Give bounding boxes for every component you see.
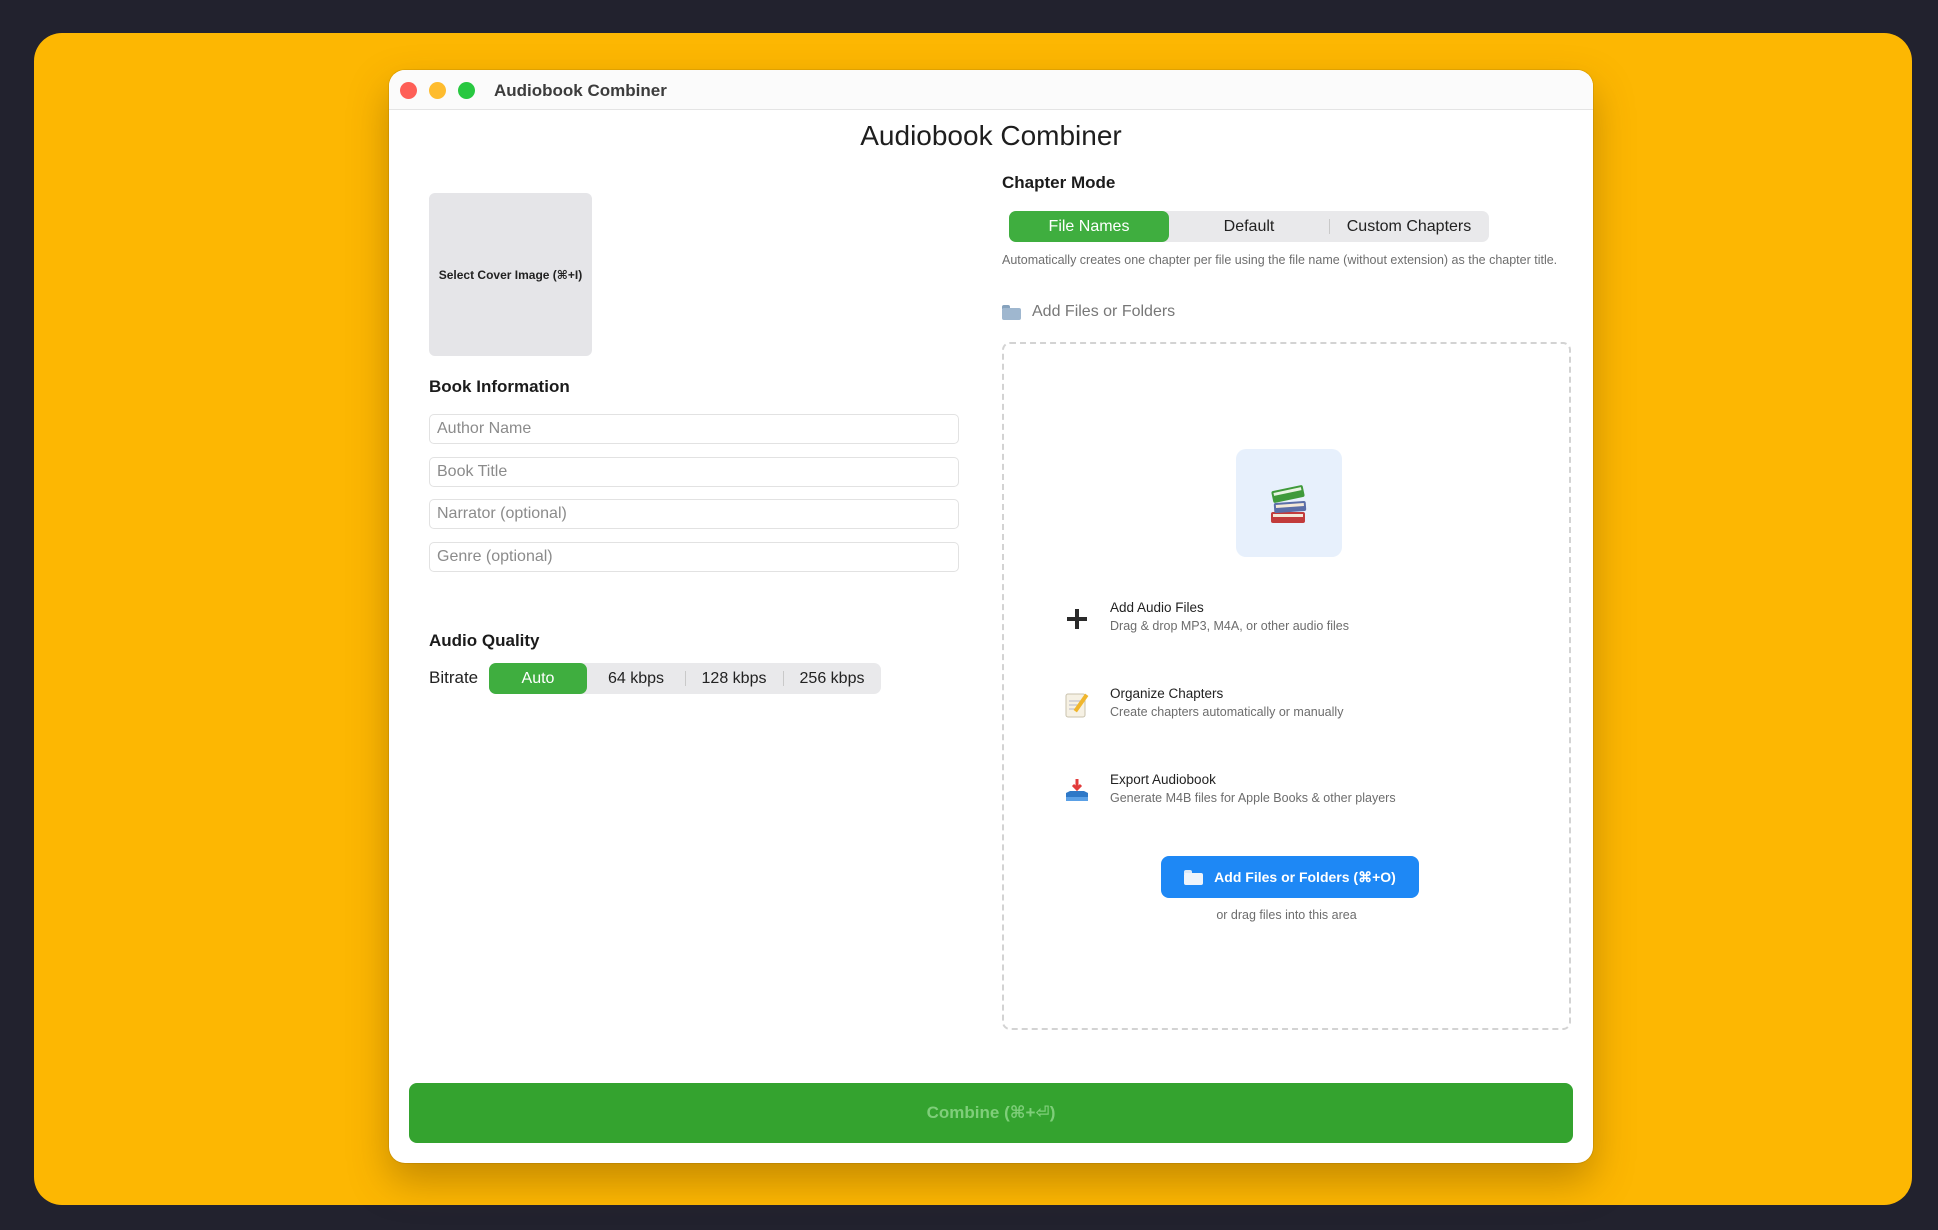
select-cover-image-button[interactable]: Select Cover Image (⌘+I) — [429, 193, 592, 356]
bitrate-option-128[interactable]: 128 kbps — [685, 663, 783, 694]
bitrate-label: Bitrate — [429, 668, 479, 687]
chapter-mode-custom-chapters[interactable]: Custom Chapters — [1329, 211, 1489, 242]
cover-label: Select Cover Image (⌘+I) — [438, 267, 583, 282]
feature-title: Add Audio Files — [1110, 600, 1204, 615]
minimize-button[interactable] — [429, 82, 446, 99]
folder-icon — [1002, 304, 1021, 320]
add-files-header: Add Files or Folders — [1002, 303, 1175, 321]
author-name-field[interactable] — [429, 414, 959, 444]
genre-field[interactable] — [429, 542, 959, 572]
book-title-field[interactable] — [429, 457, 959, 487]
feature-title: Export Audiobook — [1110, 772, 1216, 787]
feature-title: Organize Chapters — [1110, 686, 1224, 701]
add-files-header-label: Add Files or Folders — [1032, 303, 1176, 320]
memo-icon — [1062, 690, 1092, 720]
feature-subtitle: Generate M4B files for Apple Books & oth… — [1110, 791, 1396, 805]
chapter-mode-heading: Chapter Mode — [1002, 173, 1116, 192]
inbox-tray-icon — [1062, 776, 1092, 806]
window-title: Audiobook Combiner — [494, 81, 667, 100]
add-files-or-folders-button[interactable]: Add Files or Folders (⌘+O) — [1161, 856, 1419, 898]
book-information-heading: Book Information — [429, 377, 570, 396]
chapter-mode-default[interactable]: Default — [1169, 211, 1329, 242]
bitrate-option-auto[interactable]: Auto — [489, 663, 587, 694]
page-title: Audiobook Combiner — [860, 120, 1122, 151]
folder-icon — [1184, 869, 1204, 885]
combine-button-label: Combine (⌘+⏎) — [926, 1103, 1056, 1122]
drop-zone[interactable]: Add Audio Files Drag & drop MP3, M4A, or… — [1002, 342, 1571, 1030]
books-icon — [1236, 449, 1342, 557]
chapter-mode-description: Automatically creates one chapter per fi… — [1002, 253, 1558, 267]
zoom-button[interactable] — [458, 82, 475, 99]
title-bar: Audiobook Combiner — [389, 70, 1593, 110]
bitrate-segmented-control: Auto 64 kbps 128 kbps 256 kbps — [489, 663, 881, 694]
add-files-button-label: Add Files or Folders (⌘+O) — [1214, 868, 1396, 885]
bitrate-option-64[interactable]: 64 kbps — [587, 663, 685, 694]
feature-subtitle: Create chapters automatically or manuall… — [1110, 705, 1344, 719]
close-button[interactable] — [400, 82, 417, 99]
chapter-mode-segmented-control: File Names Default Custom Chapters — [1009, 211, 1489, 242]
combine-button[interactable]: Combine (⌘+⏎) — [409, 1083, 1573, 1143]
plus-icon — [1062, 604, 1092, 634]
chapter-mode-file-names[interactable]: File Names — [1009, 211, 1169, 242]
feature-subtitle: Drag & drop MP3, M4A, or other audio fil… — [1110, 619, 1350, 633]
app-window: Audiobook Combiner Audiobook Combiner Se… — [389, 70, 1593, 1163]
drop-hint: or drag files into this area — [1216, 908, 1357, 922]
narrator-field[interactable] — [429, 499, 959, 529]
bitrate-option-256[interactable]: 256 kbps — [783, 663, 881, 694]
audio-quality-heading: Audio Quality — [429, 631, 540, 650]
